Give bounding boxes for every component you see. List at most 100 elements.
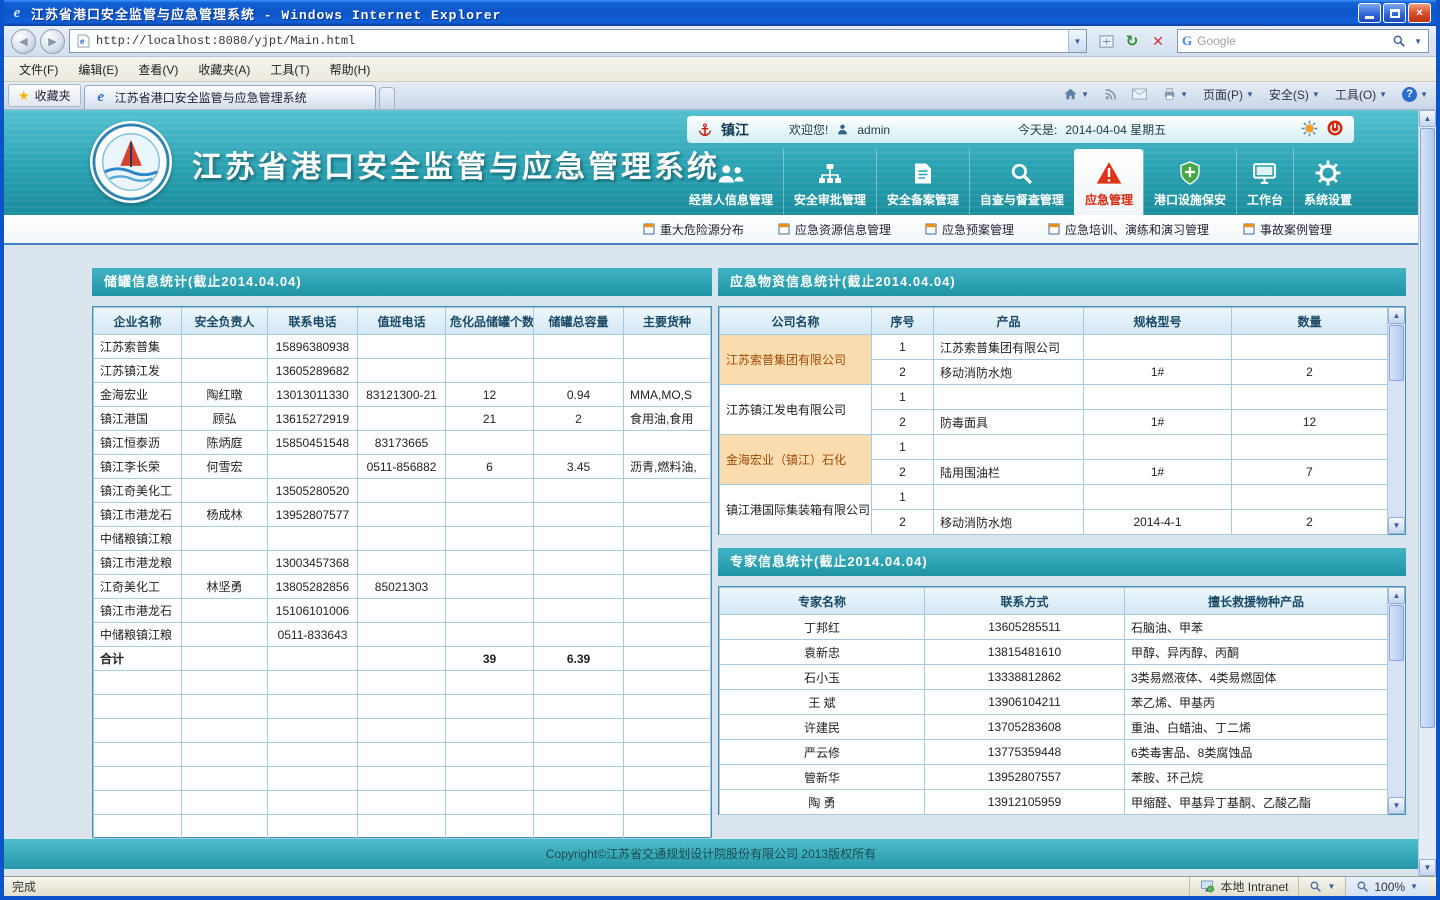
anchor-icon bbox=[697, 122, 713, 138]
minimize-button[interactable] bbox=[1358, 3, 1381, 23]
new-tab-button[interactable] bbox=[379, 87, 395, 109]
scroll-thumb[interactable] bbox=[1389, 325, 1404, 381]
address-input[interactable]: e http://localhost:8080/yjpt/Main.html ▼ bbox=[69, 29, 1087, 53]
city-label: 镇江 bbox=[721, 120, 749, 140]
safety-menu-button[interactable]: 安全(S)▼ bbox=[1265, 84, 1324, 105]
back-button[interactable]: ◀ bbox=[11, 29, 36, 54]
table-row: 镇江市港龙石15106101006 bbox=[94, 599, 711, 623]
supplies-table-body: 江苏索普集团有限公司1江苏索普集团有限公司2移动消防水炮1#2江苏镇江发电有限公… bbox=[720, 335, 1388, 535]
logout-icon[interactable] bbox=[1326, 119, 1344, 140]
table-row: 王 斌13906104211苯乙烯、甲基丙 bbox=[720, 690, 1388, 715]
subnav-plan-mgmt[interactable]: 应急预案管理 bbox=[925, 221, 1014, 238]
table-row: 中储粮镇江粮 bbox=[94, 527, 711, 551]
experts-table: 专家名称联系方式 擅长救援物种产品 丁邦红13605285511石脑油、甲苯袁新… bbox=[719, 587, 1388, 815]
document-icon bbox=[911, 158, 935, 186]
experts-scrollbar[interactable]: ▲ ▼ bbox=[1388, 587, 1405, 814]
menu-file[interactable]: 文件(F) bbox=[10, 58, 67, 81]
table-row: 丁邦红13605285511石脑油、甲苯 bbox=[720, 615, 1388, 640]
scroll-down-icon[interactable]: ▼ bbox=[1388, 517, 1405, 534]
table-row bbox=[94, 743, 711, 767]
page-scrollbar[interactable]: ▲ ▼ bbox=[1418, 110, 1436, 876]
table-row: 石小玉133388128623类易燃液体、4类易燃固体 bbox=[720, 665, 1388, 690]
scroll-up-icon[interactable]: ▲ bbox=[1419, 110, 1436, 127]
menu-favorites[interactable]: 收藏夹(A) bbox=[189, 58, 259, 81]
supplies-panel-title: 应急物资信息统计(截止2014.04.04) bbox=[718, 268, 1406, 296]
favorites-button[interactable]: ★ 收藏夹 bbox=[8, 84, 81, 107]
gear-icon bbox=[1315, 158, 1341, 186]
nav-safety-approval[interactable]: 安全审批管理 bbox=[783, 149, 876, 215]
window-title: 江苏省港口安全监管与应急管理系统 - Windows Internet Expl… bbox=[31, 4, 1352, 23]
window-icon bbox=[778, 223, 790, 235]
computer-icon bbox=[1200, 880, 1215, 893]
stop-button[interactable]: ✕ bbox=[1146, 29, 1170, 53]
search-dropdown-icon[interactable]: ▼ bbox=[1412, 37, 1424, 46]
supplies-scrollbar[interactable]: ▲ ▼ bbox=[1388, 307, 1405, 534]
scroll-thumb[interactable] bbox=[1420, 128, 1435, 728]
subnav-resource-info[interactable]: 应急资源信息管理 bbox=[778, 221, 891, 238]
nav-port-security[interactable]: 港口设施保安 bbox=[1143, 149, 1236, 215]
window-icon bbox=[1048, 223, 1060, 235]
zoom-page-button[interactable]: ▼ bbox=[1298, 877, 1345, 896]
table-row: 镇江李长荣何雪宏0511-85688263.45沥青,燃料油, bbox=[94, 455, 711, 479]
security-zone[interactable]: 本地 Intranet bbox=[1189, 877, 1298, 896]
nav-workbench[interactable]: 工作台 bbox=[1236, 149, 1293, 215]
page-menu-button[interactable]: 页面(P)▼ bbox=[1199, 84, 1258, 105]
active-tab[interactable]: e 江苏省港口安全监管与应急管理系统 bbox=[84, 85, 376, 109]
user-bar: 镇江 欢迎您! admin 今天是: 2014-04-04 星期五 bbox=[687, 116, 1354, 143]
zoom-control[interactable]: 100% ▼ bbox=[1345, 877, 1428, 896]
search-input[interactable]: G Google ▼ bbox=[1177, 29, 1429, 53]
sub-nav: 重大危险源分布 应急资源信息管理 应急预案管理 应急培训、演练和演习管理 事故案… bbox=[4, 215, 1418, 245]
scroll-up-icon[interactable]: ▲ bbox=[1388, 587, 1405, 604]
search-icon[interactable] bbox=[1391, 33, 1407, 49]
tools-menu-button[interactable]: 工具(O)▼ bbox=[1331, 84, 1391, 105]
tab-bar: ★ 收藏夹 e 江苏省港口安全监管与应急管理系统 ▼ ▼ 页面(P)▼ 安全(S… bbox=[4, 82, 1436, 110]
nav-inspection[interactable]: 自查与督查管理 bbox=[969, 149, 1074, 215]
table-row bbox=[94, 815, 711, 839]
table-row bbox=[94, 695, 711, 719]
table-row: 江苏索普集团有限公司1江苏索普集团有限公司 bbox=[720, 335, 1388, 360]
refresh-button[interactable]: ↻ bbox=[1120, 29, 1144, 53]
table-row: 江苏索普集15896380938 bbox=[94, 335, 711, 359]
table-row: 江奇美化工林坚勇1380528285685021303 bbox=[94, 575, 711, 599]
home-button[interactable]: ▼ bbox=[1059, 85, 1093, 103]
table-row: 陶 勇13912105959甲缩醛、甲基异丁基酮、乙酸乙酯 bbox=[720, 790, 1388, 815]
scroll-down-icon[interactable]: ▼ bbox=[1419, 859, 1436, 876]
tank-table: 企业名称安全负责人 联系电话值班电话 危化品储罐个数储罐总容量 主要货种 江苏索… bbox=[93, 307, 711, 839]
menu-tools[interactable]: 工具(T) bbox=[261, 58, 318, 81]
menu-edit[interactable]: 编辑(E) bbox=[69, 58, 127, 81]
subnav-training[interactable]: 应急培训、演练和演习管理 bbox=[1048, 221, 1209, 238]
subnav-case-mgmt[interactable]: 事故案例管理 bbox=[1243, 221, 1332, 238]
compatibility-view-button[interactable] bbox=[1094, 29, 1118, 53]
tab-ie-icon: e bbox=[93, 89, 109, 106]
scroll-up-icon[interactable]: ▲ bbox=[1388, 307, 1405, 324]
feeds-button[interactable] bbox=[1100, 86, 1121, 103]
address-bar: ◀ ▶ e http://localhost:8080/yjpt/Main.ht… bbox=[4, 26, 1436, 57]
help-button[interactable]: ?▼ bbox=[1398, 85, 1432, 104]
url-dropdown-icon[interactable]: ▼ bbox=[1068, 30, 1086, 52]
title-bar: e 江苏省港口安全监管与应急管理系统 - Windows Internet Ex… bbox=[4, 0, 1436, 26]
maximize-button[interactable] bbox=[1383, 3, 1406, 23]
scroll-thumb[interactable] bbox=[1389, 605, 1404, 661]
user-icon bbox=[836, 123, 849, 136]
print-button[interactable]: ▼ bbox=[1158, 85, 1192, 103]
nav-settings[interactable]: 系统设置 bbox=[1293, 149, 1362, 215]
table-row: 金海宏业（镇江）石化1 bbox=[720, 435, 1388, 460]
tab-title: 江苏省港口安全监管与应急管理系统 bbox=[115, 89, 307, 106]
app-header: 江苏省港口安全监管与应急管理系统 镇江 欢迎您! admin 今天是: 2014… bbox=[4, 110, 1418, 215]
supplies-panel: 应急物资信息统计(截止2014.04.04) 公司名称序号 产品规格型号 数量 … bbox=[718, 268, 1406, 535]
table-row: 袁新忠13815481610甲醇、异丙醇、丙酮 bbox=[720, 640, 1388, 665]
scroll-down-icon[interactable]: ▼ bbox=[1388, 797, 1405, 814]
nav-safety-record[interactable]: 安全备案管理 bbox=[876, 149, 969, 215]
mail-button[interactable] bbox=[1128, 86, 1151, 102]
experts-panel: 专家信息统计(截止2014.04.04) 专家名称联系方式 擅长救援物种产品 丁… bbox=[718, 548, 1406, 815]
nav-emergency[interactable]: 应急管理 bbox=[1074, 149, 1143, 215]
status-bar: 完成 本地 Intranet ▼ 100% ▼ bbox=[4, 876, 1436, 896]
theme-icon[interactable] bbox=[1301, 120, 1318, 140]
table-row: 镇江奇美化工13505280520 bbox=[94, 479, 711, 503]
forward-button[interactable]: ▶ bbox=[40, 29, 65, 54]
subnav-hazard-distribution[interactable]: 重大危险源分布 bbox=[643, 221, 744, 238]
close-button[interactable]: × bbox=[1408, 3, 1431, 23]
menu-view[interactable]: 查看(V) bbox=[129, 58, 187, 81]
nav-operator-info[interactable]: 经营人信息管理 bbox=[679, 149, 783, 215]
menu-help[interactable]: 帮助(H) bbox=[321, 58, 380, 81]
